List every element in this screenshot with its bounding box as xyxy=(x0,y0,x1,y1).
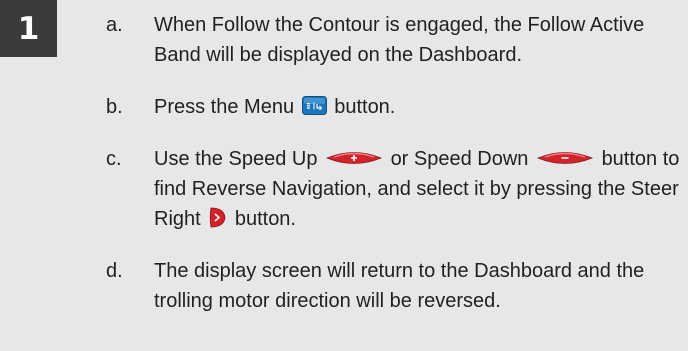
item-text: The display screen will return to the Da… xyxy=(154,260,645,312)
item-text-part: button. xyxy=(234,208,296,230)
item-text: Press the Menu button. xyxy=(154,92,681,122)
speed-up-button-icon xyxy=(326,151,382,164)
item-letter: b. xyxy=(106,96,123,118)
list-item: a. When Follow the Contour is engaged, t… xyxy=(106,10,681,70)
list-item: b. Press the Menu button. xyxy=(106,92,681,122)
list-item: c. Use the Speed Up or Speed Down button… xyxy=(106,144,681,234)
list-item: d. The display screen will return to the… xyxy=(106,256,681,316)
instruction-list: a. When Follow the Contour is engaged, t… xyxy=(106,10,681,338)
item-letter: d. xyxy=(106,260,123,282)
item-letter: c. xyxy=(106,148,122,170)
item-text: Use the Speed Up or Speed Down button to… xyxy=(154,144,681,234)
item-text: When Follow the Contour is engaged, the … xyxy=(154,14,645,66)
steer-right-button-icon xyxy=(210,207,226,228)
menu-button-icon xyxy=(301,96,327,116)
item-text-part: button. xyxy=(334,96,396,118)
item-text-part: Use the Speed Up xyxy=(154,148,318,170)
item-text-part: Press the Menu xyxy=(154,96,295,118)
speed-down-button-icon xyxy=(537,151,593,164)
step-number-badge: 1 xyxy=(0,0,57,57)
item-letter: a. xyxy=(106,14,123,36)
item-text-part: or Speed Down xyxy=(390,148,529,170)
